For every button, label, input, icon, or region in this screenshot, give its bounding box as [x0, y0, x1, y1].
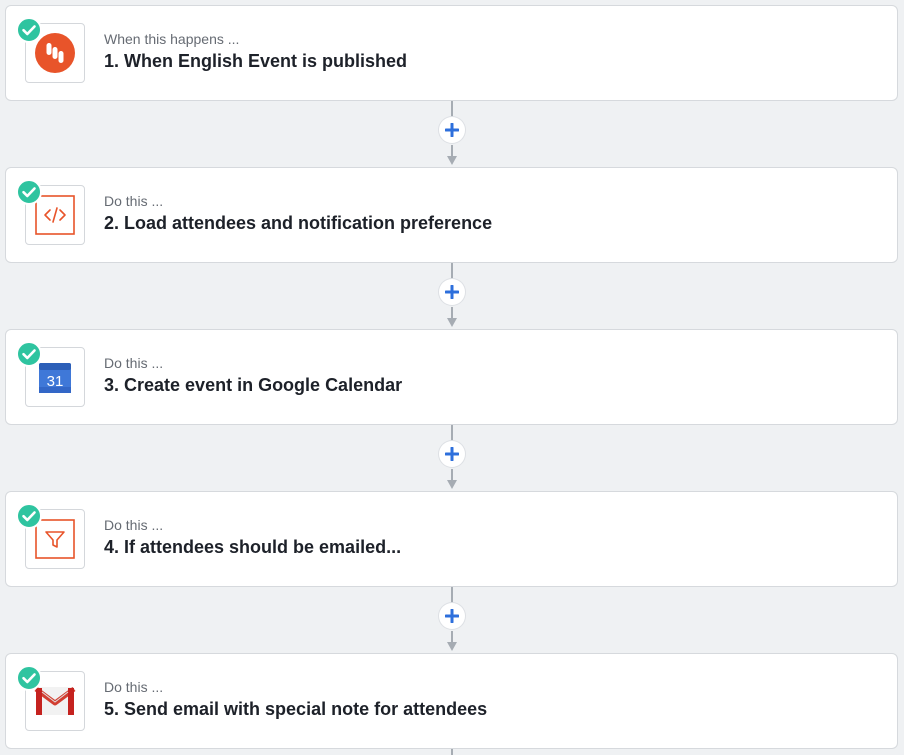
step-kicker: Do this ... — [104, 679, 164, 695]
add-step-button[interactable] — [439, 441, 465, 467]
add-step-button[interactable] — [439, 117, 465, 143]
add-step-button[interactable] — [439, 603, 465, 629]
step-title: 5. Send email with special note for atte… — [104, 699, 488, 719]
check-icon — [16, 17, 42, 43]
plus-icon — [445, 609, 459, 623]
step-title: 1. When English Event is published — [104, 51, 408, 71]
arrow-down-icon — [447, 642, 457, 651]
step-connector — [437, 587, 467, 653]
step-title: 3. Create event in Google Calendar — [104, 375, 403, 395]
step-connector — [437, 263, 467, 329]
step-card-3[interactable]: 31 Do this ... 3. Create event in Google… — [5, 329, 898, 425]
step-kicker: Do this ... — [104, 517, 164, 533]
step-connector — [437, 101, 467, 167]
step-card-5[interactable]: Do this ... 5. Send email with special n… — [5, 653, 898, 749]
check-icon — [16, 503, 42, 529]
google-calendar-icon: 31 — [39, 363, 71, 393]
step-kicker: When this happens ... — [104, 31, 240, 47]
plus-icon — [445, 123, 459, 137]
check-icon — [16, 341, 42, 367]
step-title: 4. If attendees should be emailed... — [104, 537, 402, 557]
step-connector — [437, 425, 467, 491]
check-icon — [16, 665, 42, 691]
plus-icon — [445, 285, 459, 299]
add-step-button[interactable] — [439, 279, 465, 305]
arrow-down-icon — [447, 318, 457, 327]
step-card-4[interactable]: Do this ... 4. If attendees should be em… — [5, 491, 898, 587]
step-card-2[interactable]: Do this ... 2. Load attendees and notifi… — [5, 167, 898, 263]
step-card-1[interactable]: When this happens ... 1. When English Ev… — [5, 5, 898, 101]
step-kicker: Do this ... — [104, 355, 164, 371]
arrow-down-icon — [447, 156, 457, 165]
step-kicker: Do this ... — [104, 193, 164, 209]
arrow-down-icon — [447, 480, 457, 489]
step-connector-tail — [451, 749, 453, 755]
check-icon — [16, 179, 42, 205]
workflow-editor: When this happens ... 1. When English Ev… — [0, 0, 904, 755]
step-title: 2. Load attendees and notification prefe… — [104, 213, 493, 233]
plus-icon — [445, 447, 459, 461]
calendar-day-label: 31 — [47, 373, 64, 390]
